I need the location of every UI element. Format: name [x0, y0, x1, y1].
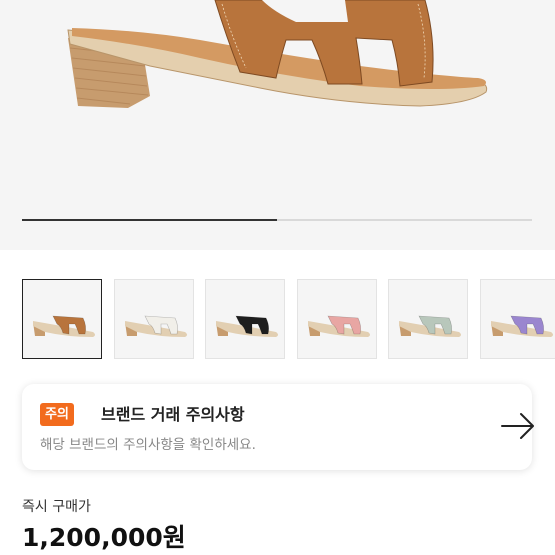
color-thumbnail-strip[interactable]	[22, 279, 555, 359]
sandal-thumbnail-image	[307, 315, 370, 337]
color-thumbnail-white[interactable]	[113, 279, 194, 359]
notice-title: 브랜드 거래 주의사항	[101, 405, 245, 424]
gallery-progress-bar	[22, 219, 532, 221]
color-thumbnail-sage[interactable]	[388, 279, 468, 359]
sandal-thumbnail-image	[490, 315, 553, 337]
arrow-right-icon[interactable]	[500, 412, 536, 440]
product-image-viewer[interactable]	[0, 0, 555, 250]
color-thumbnail-gold[interactable]	[22, 279, 102, 359]
color-thumbnail-black[interactable]	[205, 279, 285, 359]
color-thumbnail-rose[interactable]	[296, 279, 377, 359]
warning-badge: 주의	[40, 403, 74, 426]
gallery-progress-fill	[22, 219, 277, 221]
sandal-thumbnail-image	[33, 315, 95, 337]
instant-buy-label: 즉시 구매가	[22, 499, 91, 515]
brand-notice-card[interactable]: 주의 브랜드 거래 주의사항 해당 브랜드의 주의사항을 확인하세요.	[22, 384, 534, 470]
sandal-thumbnail-image	[399, 315, 461, 337]
sandal-thumbnail-image	[124, 315, 187, 337]
instant-buy-price: 1,200,000원	[22, 523, 186, 552]
notice-description: 해당 브랜드의 주의사항을 확인하세요.	[40, 437, 256, 453]
sandal-product-image	[67, 0, 488, 108]
color-thumbnail-lavender[interactable]	[479, 279, 555, 359]
sandal-thumbnail-image	[216, 315, 278, 337]
